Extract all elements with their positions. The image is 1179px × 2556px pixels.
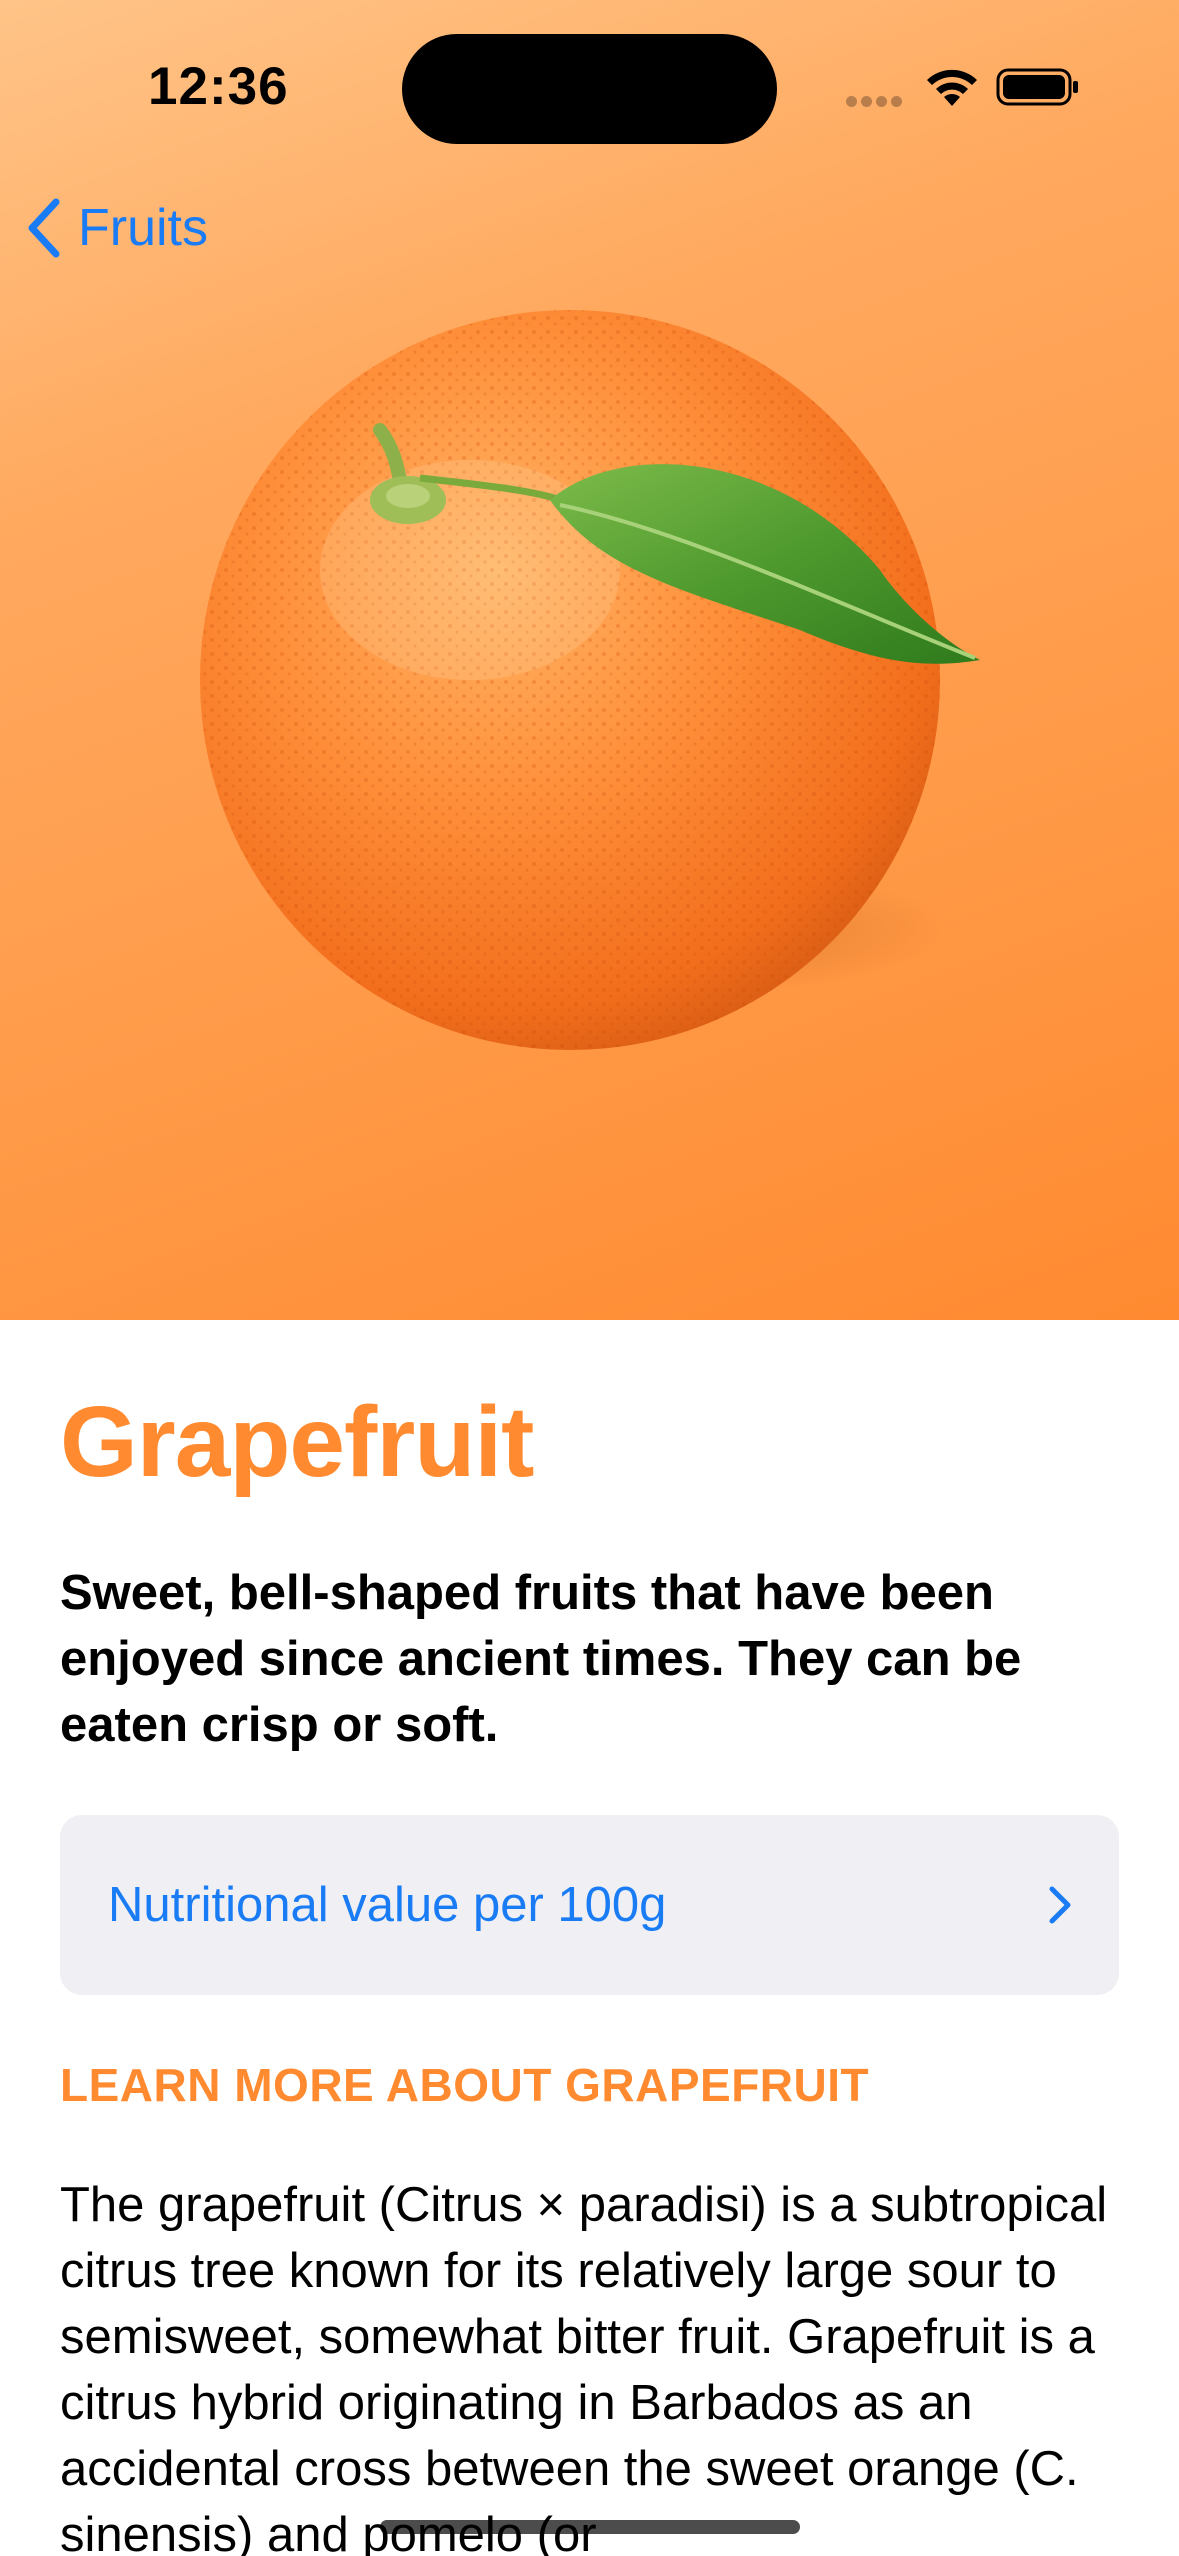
home-indicator[interactable]: [380, 2520, 800, 2534]
status-time: 12:36: [148, 57, 289, 116]
learn-more-header: LEARN MORE ABOUT GRAPEFRUIT: [60, 2059, 870, 2111]
nutrition-button[interactable]: Nutritional value per 100g: [60, 1815, 1119, 1995]
fruit-description: The grapefruit (Citrus × paradisi) is a …: [60, 2178, 1108, 2556]
back-button-label: Fruits: [78, 199, 208, 257]
back-button[interactable]: Fruits: [24, 190, 208, 266]
nutrition-label: Nutritional value per 100g: [108, 1878, 667, 1932]
grapefruit-illustration: [200, 310, 980, 1050]
hero-header: 12:36 Fruits: [0, 0, 1179, 1320]
cellular-signal-icon: [846, 94, 906, 112]
battery-icon: [996, 68, 1078, 106]
wifi-icon: [927, 69, 977, 106]
fruit-title: Grapefruit: [60, 1386, 534, 1498]
chevron-left-icon: [28, 198, 60, 258]
fruit-headline: Sweet, bell-shaped fruits that have been…: [60, 1566, 1022, 1752]
chevron-right-icon: [1049, 1886, 1071, 1924]
dynamic-island: [402, 34, 777, 144]
